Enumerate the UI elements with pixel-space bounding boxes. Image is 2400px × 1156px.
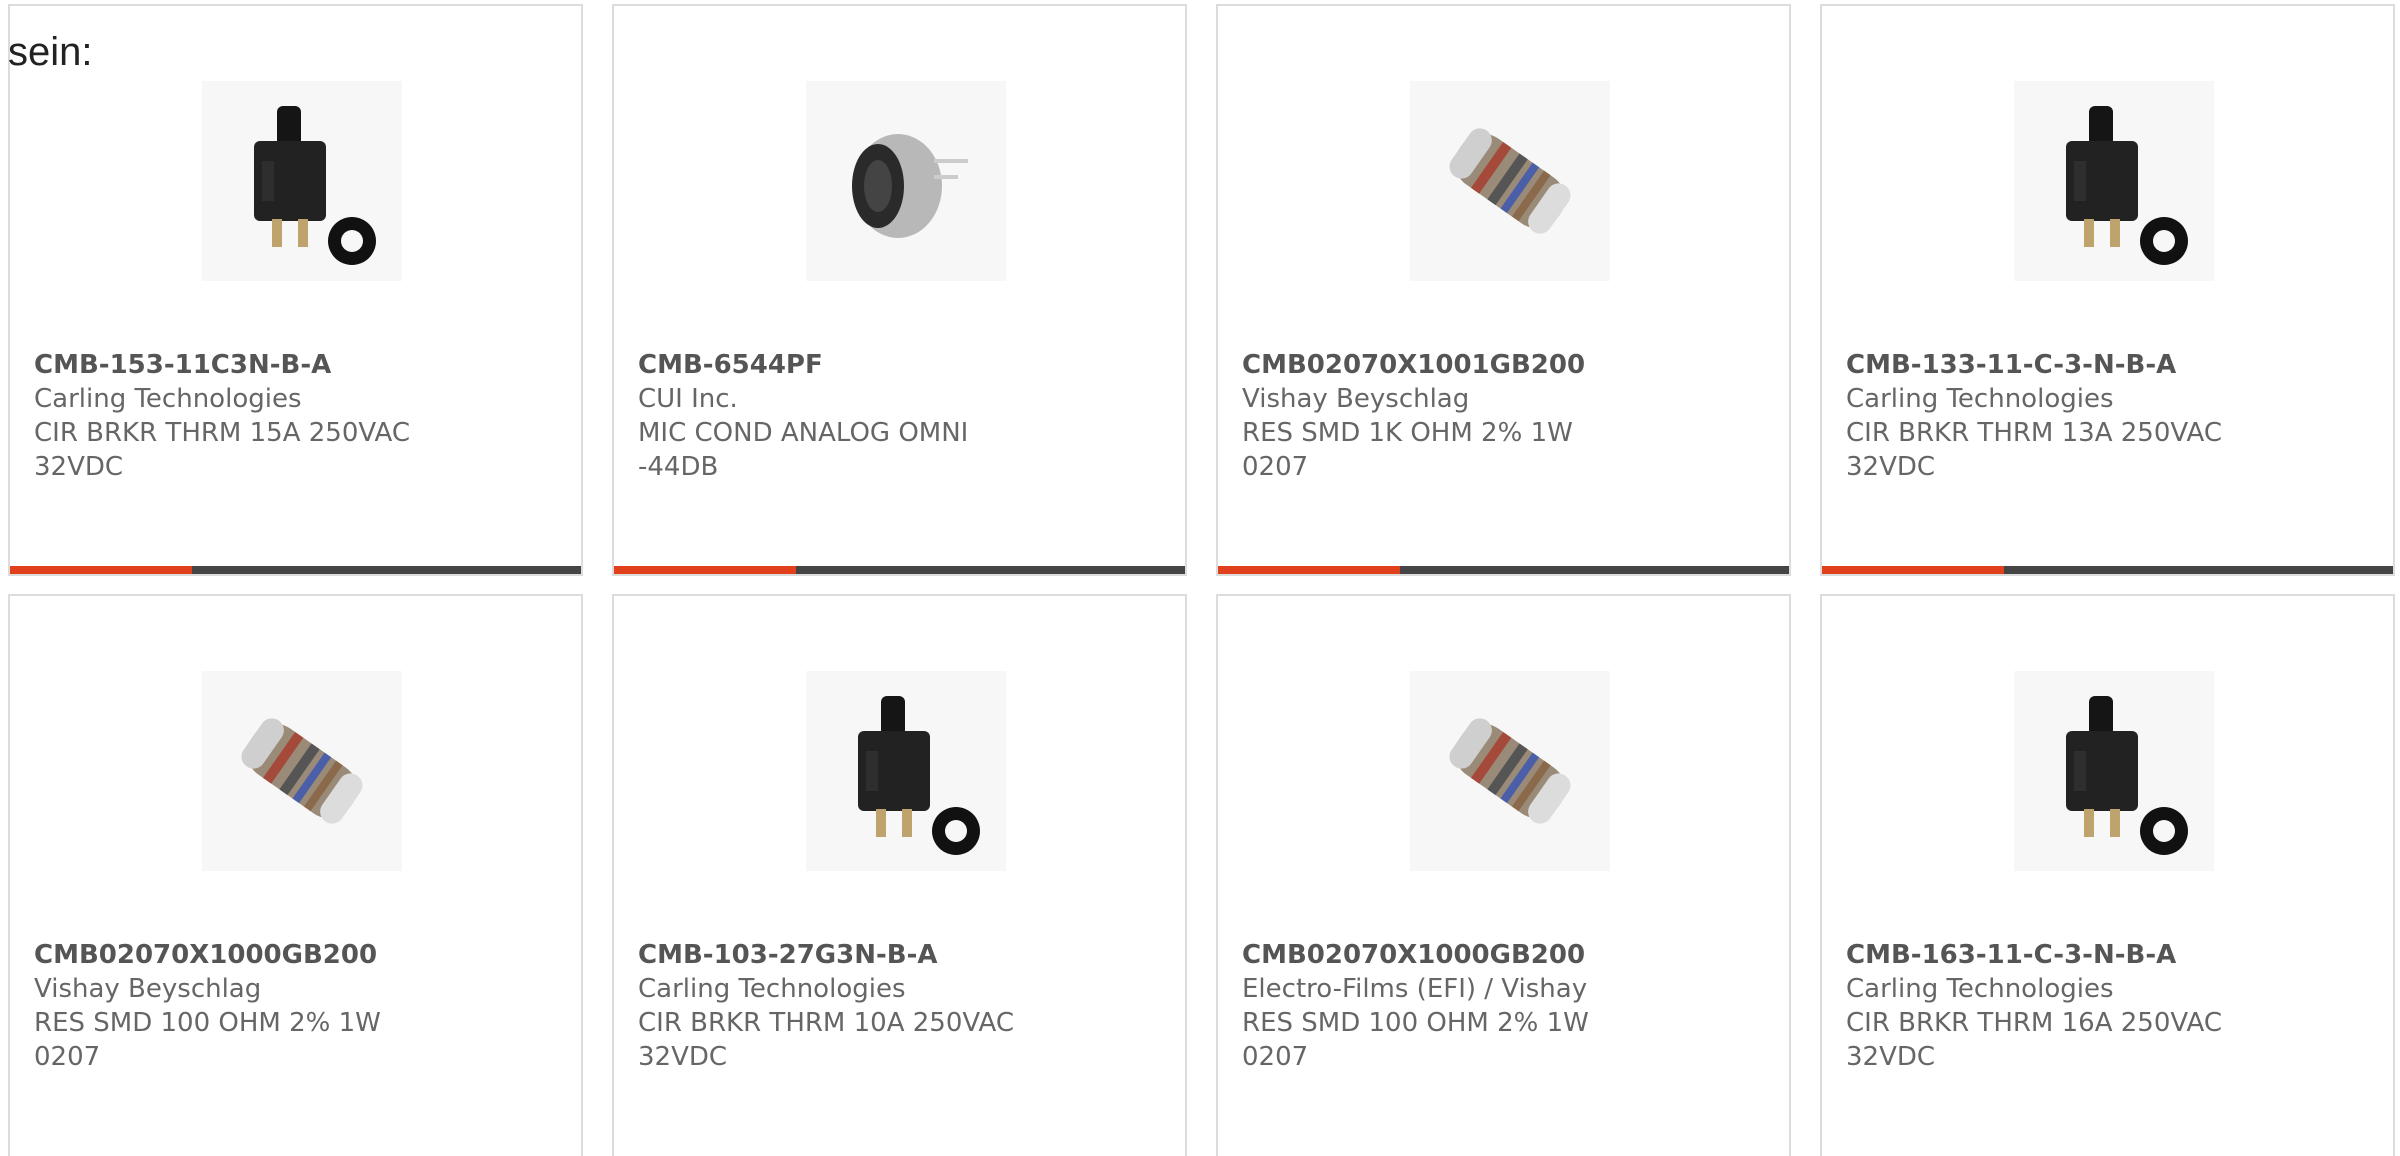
card-bar-accent bbox=[1218, 566, 1400, 574]
product-image[interactable] bbox=[806, 671, 1006, 871]
manufacturer: Vishay Beyschlag bbox=[1242, 384, 1470, 414]
card-bar bbox=[1822, 566, 2393, 574]
product-card[interactable]: CMB-133-11-C-3-N-B-A Carling Technologie… bbox=[1820, 4, 2395, 576]
part-number-link[interactable]: CMB02070X1001GB200 bbox=[1242, 348, 1782, 382]
resistor-icon bbox=[1449, 718, 1571, 824]
part-number-link[interactable]: CMB-6544PF bbox=[638, 348, 1178, 382]
product-image[interactable] bbox=[806, 81, 1006, 281]
card-bar-accent bbox=[10, 566, 192, 574]
product-image[interactable] bbox=[202, 671, 402, 871]
card-bar-accent bbox=[614, 566, 796, 574]
manufacturer: Carling Technologies bbox=[1846, 384, 2114, 414]
manufacturer: Carling Technologies bbox=[638, 974, 906, 1004]
product-image[interactable] bbox=[202, 81, 402, 281]
card-bar bbox=[614, 566, 1185, 574]
part-number-link[interactable]: CMB-133-11-C-3-N-B-A bbox=[1846, 348, 2386, 382]
card-bar-accent bbox=[1822, 566, 2004, 574]
product-image[interactable] bbox=[1410, 671, 1610, 871]
product-image[interactable] bbox=[2014, 671, 2214, 871]
product-grid: CMB-153-11C3N-B-A Carling Technologies C… bbox=[0, 0, 2400, 1156]
product-card[interactable]: CMB02070X1000GB200 Electro-Films (EFI) /… bbox=[1216, 594, 1791, 1156]
product-card[interactable]: CMB-103-27G3N-B-A Carling Technologies C… bbox=[612, 594, 1187, 1156]
product-card[interactable]: CMB-153-11C3N-B-A Carling Technologies C… bbox=[8, 4, 583, 576]
description: CIR BRKR THRM 13A 250VAC 32VDC bbox=[1846, 418, 2222, 482]
product-card[interactable]: CMB-6544PF CUI Inc. MIC COND ANALOG OMNI… bbox=[612, 4, 1187, 576]
product-image[interactable] bbox=[1410, 81, 1610, 281]
intro-text: sein: bbox=[8, 30, 93, 74]
microphone-icon bbox=[852, 134, 968, 238]
circuit-breaker-icon bbox=[254, 106, 376, 265]
description: MIC COND ANALOG OMNI -44DB bbox=[638, 418, 969, 482]
product-card[interactable]: CMB02070X1000GB200 Vishay Beyschlag RES … bbox=[8, 594, 583, 1156]
manufacturer: CUI Inc. bbox=[638, 384, 738, 414]
part-number-link[interactable]: CMB-103-27G3N-B-A bbox=[638, 938, 1178, 972]
product-image[interactable] bbox=[2014, 81, 2214, 281]
manufacturer: Vishay Beyschlag bbox=[34, 974, 262, 1004]
description: CIR BRKR THRM 15A 250VAC 32VDC bbox=[34, 418, 410, 482]
part-number-link[interactable]: CMB-153-11C3N-B-A bbox=[34, 348, 574, 382]
product-card[interactable]: CMB02070X1001GB200 Vishay Beyschlag RES … bbox=[1216, 4, 1791, 576]
circuit-breaker-icon bbox=[858, 696, 980, 855]
manufacturer: Carling Technologies bbox=[1846, 974, 2114, 1004]
card-bar bbox=[10, 566, 581, 574]
description: CIR BRKR THRM 10A 250VAC 32VDC bbox=[638, 1008, 1014, 1072]
part-number-link[interactable]: CMB02070X1000GB200 bbox=[1242, 938, 1782, 972]
part-number-link[interactable]: CMB-163-11-C-3-N-B-A bbox=[1846, 938, 2386, 972]
manufacturer: Electro-Films (EFI) / Vishay bbox=[1242, 974, 1588, 1004]
description: RES SMD 1K OHM 2% 1W 0207 bbox=[1242, 418, 1573, 482]
description: CIR BRKR THRM 16A 250VAC 32VDC bbox=[1846, 1008, 2222, 1072]
description: RES SMD 100 OHM 2% 1W 0207 bbox=[1242, 1008, 1589, 1072]
description: RES SMD 100 OHM 2% 1W 0207 bbox=[34, 1008, 381, 1072]
circuit-breaker-icon bbox=[2066, 696, 2188, 855]
part-number-link[interactable]: CMB02070X1000GB200 bbox=[34, 938, 574, 972]
card-bar bbox=[1218, 566, 1789, 574]
product-card[interactable]: CMB-163-11-C-3-N-B-A Carling Technologie… bbox=[1820, 594, 2395, 1156]
resistor-icon bbox=[241, 718, 363, 824]
resistor-icon bbox=[1449, 128, 1571, 234]
circuit-breaker-icon bbox=[2066, 106, 2188, 265]
manufacturer: Carling Technologies bbox=[34, 384, 302, 414]
